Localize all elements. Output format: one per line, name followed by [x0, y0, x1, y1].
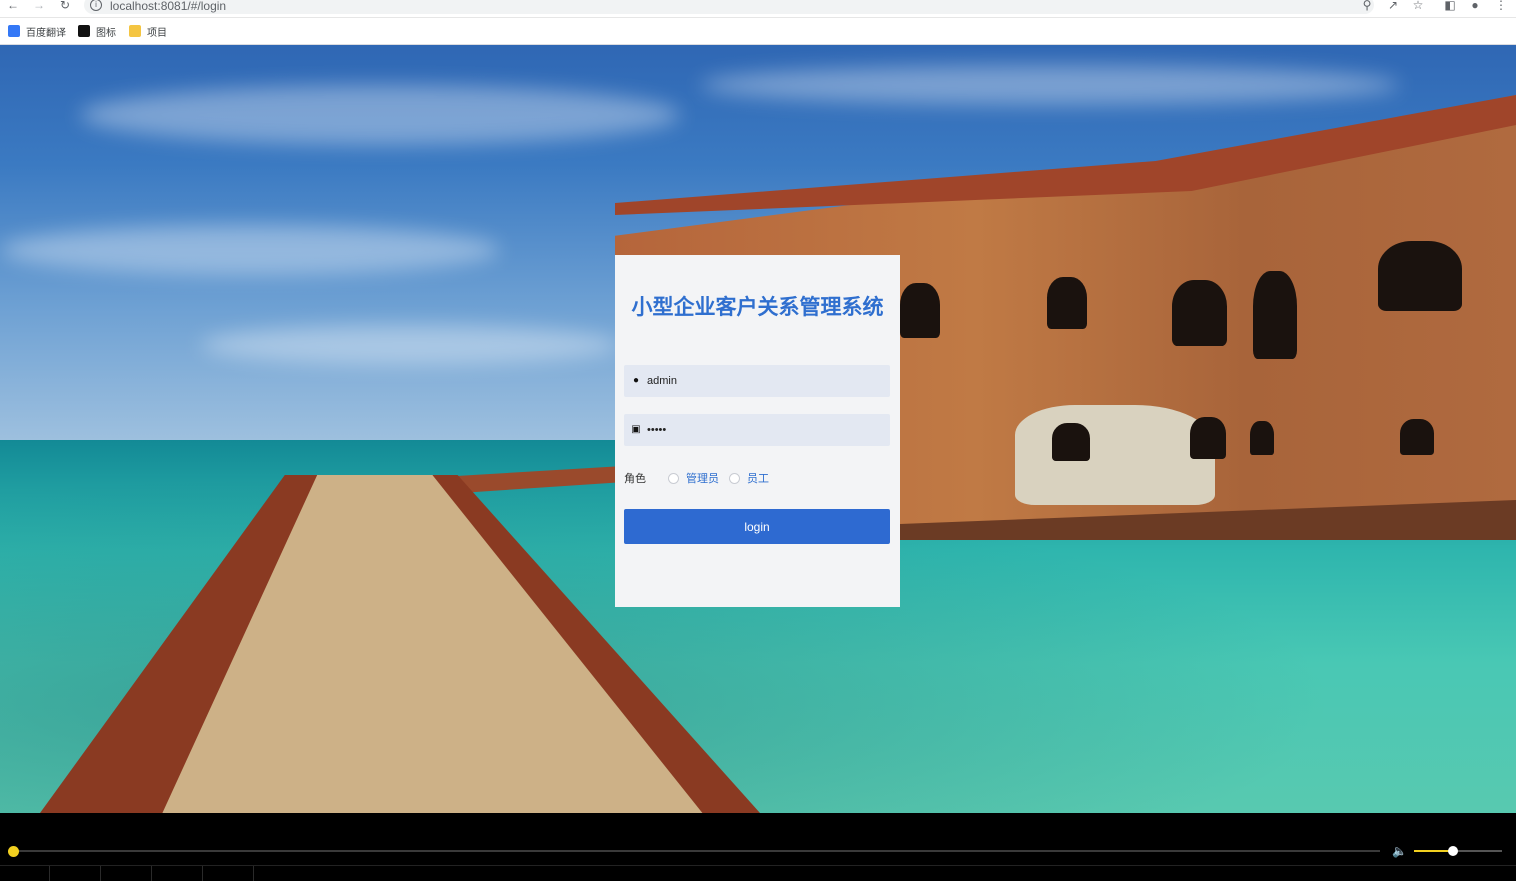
cloud — [200, 325, 620, 365]
fort-window — [1400, 419, 1434, 455]
user-icon: ● — [632, 375, 640, 386]
fort-rubble — [1015, 405, 1215, 505]
player-toolbar-slot[interactable] — [102, 866, 152, 881]
forward-arrow-icon[interactable]: → — [32, 0, 46, 12]
fort-window — [1052, 423, 1090, 461]
cloud — [80, 85, 680, 145]
fort-window — [1047, 277, 1087, 329]
page-viewport: 小型企业客户关系管理系统 ● ▣ 角色 管理员 员工 login — [0, 45, 1516, 813]
login-button[interactable]: login — [624, 509, 890, 544]
video-player-bar: 🔈 — [0, 813, 1516, 881]
seek-knob[interactable] — [8, 846, 19, 857]
reload-icon[interactable]: ↻ — [58, 0, 72, 12]
role-label: 角色 — [624, 473, 646, 485]
folder-icon — [129, 25, 141, 37]
seek-track[interactable] — [13, 850, 1380, 852]
player-toolbar-slot[interactable] — [153, 866, 203, 881]
bookmarks-bar: 百度翻译 图标 项目 — [0, 18, 1516, 45]
password-field[interactable]: ▣ — [624, 414, 890, 446]
browser-toolbar: ← → ↻ i localhost:8081/#/login ⚲ ↗ ☆ ◧ ●… — [0, 0, 1516, 18]
radio-circle[interactable] — [729, 472, 740, 484]
player-toolbar-slot[interactable] — [0, 866, 50, 881]
lock-icon: ▣ — [631, 424, 641, 435]
player-toolbar-slot[interactable] — [51, 866, 101, 881]
role-radio-employee[interactable]: 员工 — [729, 470, 769, 486]
radio-circle[interactable] — [668, 472, 679, 484]
sidepanel-icon[interactable]: ◧ — [1443, 0, 1457, 13]
fort-window — [1190, 417, 1226, 459]
translate-icon — [8, 25, 20, 37]
back-arrow-icon[interactable]: ← — [6, 0, 20, 12]
fort-window — [1172, 280, 1227, 346]
password-input[interactable] — [647, 414, 883, 446]
address-bar[interactable]: i localhost:8081/#/login — [84, 0, 1374, 14]
username-input[interactable] — [647, 365, 883, 397]
player-toolbar — [0, 865, 1516, 881]
cloud — [700, 65, 1400, 105]
bookmark-label: 图标 — [96, 27, 116, 39]
system-title: 小型企业客户关系管理系统 — [631, 295, 884, 319]
cloud — [0, 225, 500, 275]
key-icon[interactable]: ⚲ — [1360, 0, 1374, 13]
address-url[interactable]: localhost:8081/#/login — [110, 0, 226, 13]
player-toolbar-slot[interactable] — [204, 866, 254, 881]
bookmark-project[interactable]: 项目 — [129, 23, 167, 39]
username-field[interactable]: ● — [624, 365, 890, 397]
image-icon — [78, 25, 90, 37]
role-option-label[interactable]: 管理员 — [686, 470, 719, 486]
share-icon[interactable]: ↗ — [1386, 0, 1400, 13]
role-option-label[interactable]: 员工 — [747, 470, 769, 486]
role-selector: 角色 管理员 员工 — [624, 470, 890, 486]
bookmark-icons[interactable]: 图标 — [78, 23, 116, 39]
volume-fill — [1414, 850, 1449, 852]
menu-kebab-icon[interactable]: ⋮ — [1494, 0, 1508, 13]
fort-window — [1253, 271, 1297, 359]
fort-window — [1250, 421, 1274, 455]
profile-icon[interactable]: ● — [1468, 0, 1482, 13]
login-card: 小型企业客户关系管理系统 ● ▣ 角色 管理员 员工 login — [615, 255, 900, 607]
role-radio-admin[interactable]: 管理员 — [668, 470, 719, 486]
bookmark-label: 百度翻译 — [26, 27, 66, 39]
volume-icon[interactable]: 🔈 — [1392, 844, 1408, 858]
star-icon[interactable]: ☆ — [1411, 0, 1425, 13]
site-info-icon[interactable]: i — [90, 0, 102, 11]
fort-window — [1378, 241, 1462, 311]
bookmark-baidu-translate[interactable]: 百度翻译 — [8, 23, 66, 39]
volume-knob[interactable] — [1448, 846, 1458, 856]
bookmark-label: 项目 — [147, 27, 167, 39]
fort-window — [900, 283, 940, 338]
